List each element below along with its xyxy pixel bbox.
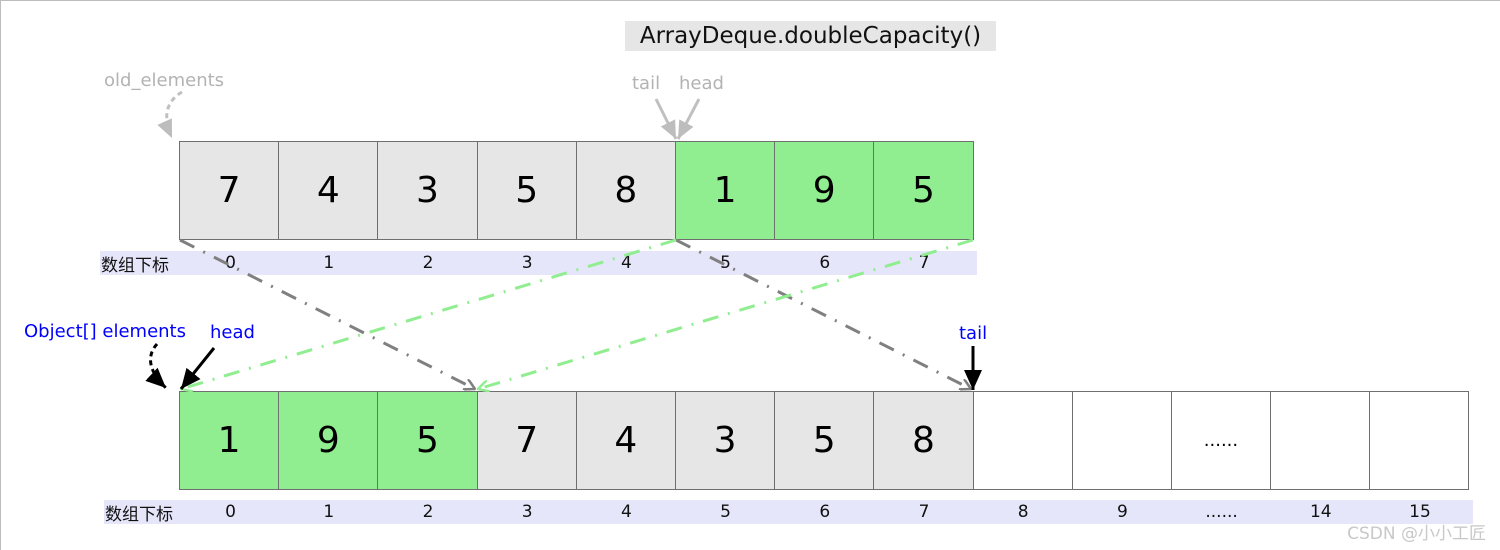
old-tail-pointer-arrow <box>654 98 678 140</box>
old-elements-pointer-arrow <box>157 90 183 139</box>
copy-arrow-gray-end <box>675 238 971 389</box>
new-elements-pointer-arrow <box>145 342 168 390</box>
arrows-overlay <box>145 90 982 550</box>
watermark: CSDN @小小工匠 <box>1347 524 1486 544</box>
copy-arrow-gray-start <box>179 238 475 389</box>
old-head-pointer-arrow <box>676 98 701 140</box>
copy-arrow-green-end <box>478 238 974 389</box>
